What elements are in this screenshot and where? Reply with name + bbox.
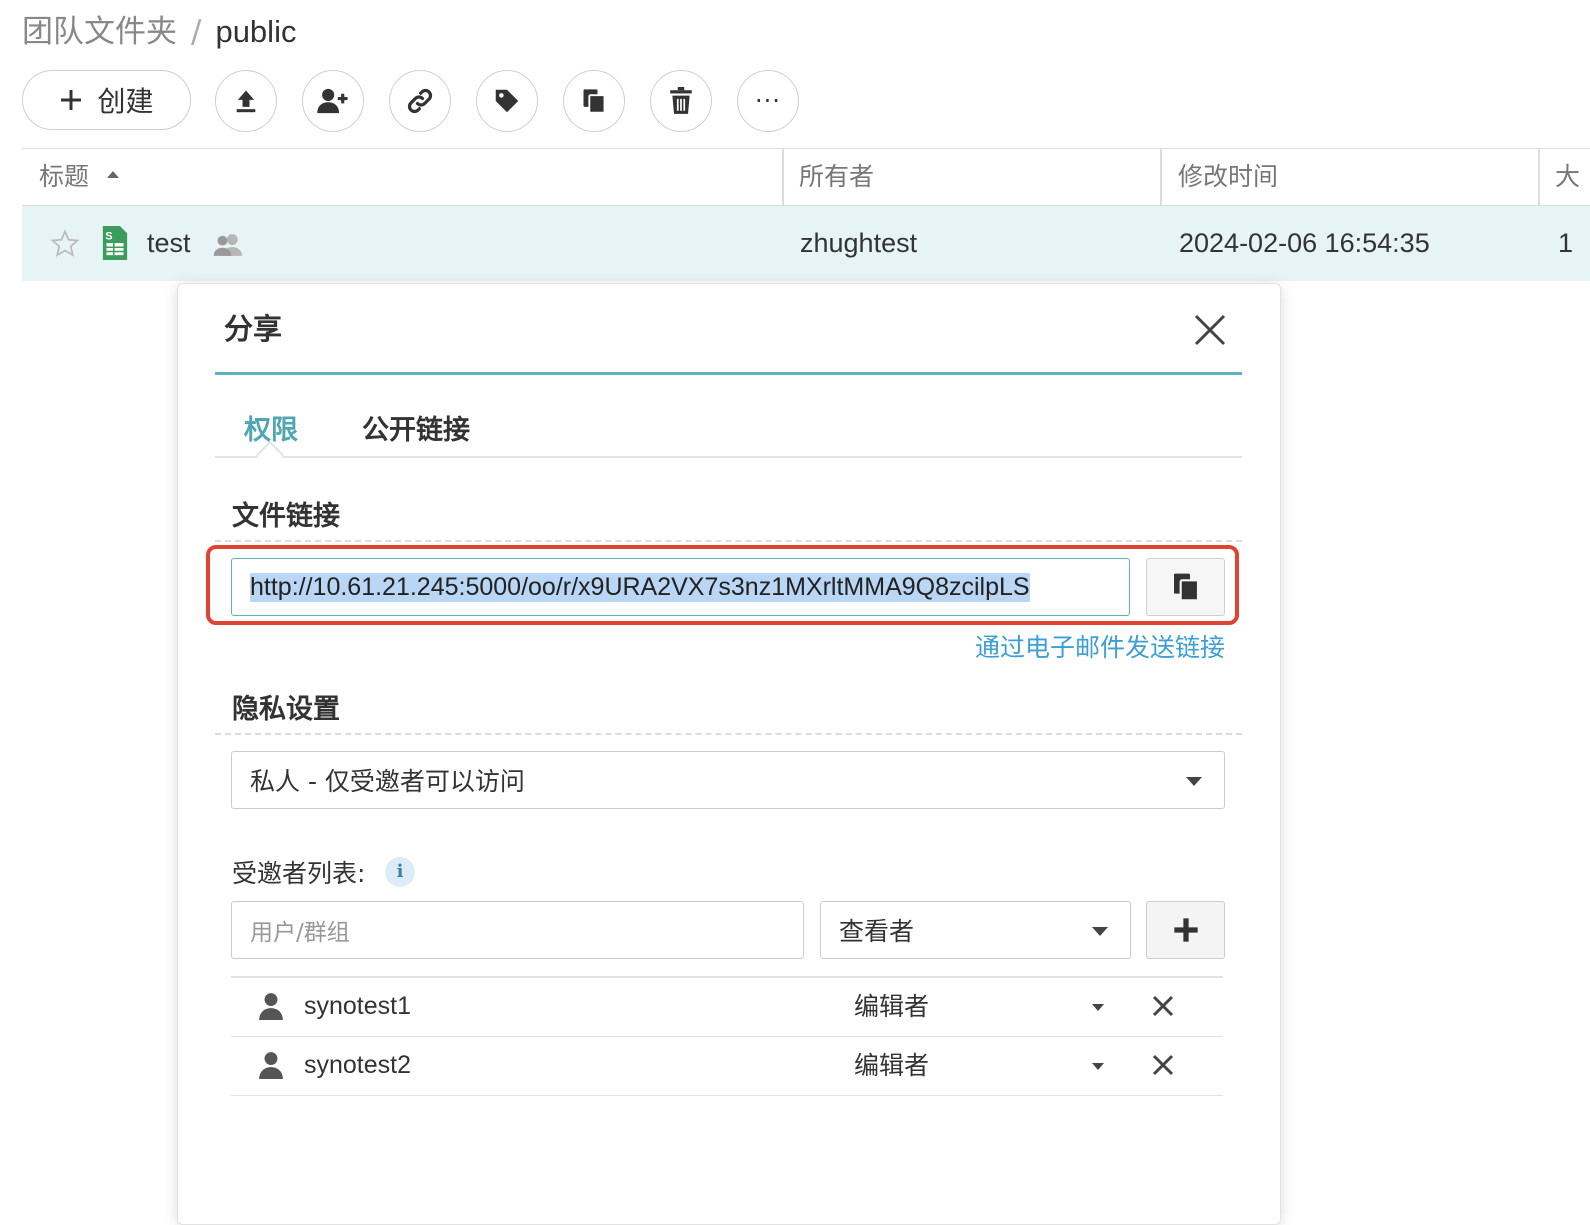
dropdown-arrow-icon (1092, 927, 1108, 936)
upload-button[interactable] (215, 70, 277, 132)
delete-button[interactable] (650, 70, 712, 132)
create-button[interactable]: 创建 (22, 70, 191, 130)
privacy-heading: 隐私设置 (232, 694, 340, 725)
table-row[interactable]: S test zhughtest 2024-02-06 16:54:35 1 (22, 206, 1590, 281)
user-icon (259, 1052, 283, 1079)
invitee-name: synotest1 (304, 992, 412, 1020)
create-button-label: 创建 (97, 85, 154, 118)
file-link-input[interactable]: http://10.61.21.245:5000/oo/r/x9URA2VX7s… (231, 558, 1130, 616)
email-link[interactable]: 通过电子邮件发送链接 (968, 628, 1225, 664)
invitee-row: synotest2 编辑者 (231, 1036, 1223, 1096)
file-title[interactable]: test (147, 206, 191, 281)
info-icon[interactable]: i (385, 857, 415, 887)
file-modified: 2024-02-06 16:54:35 (1179, 228, 1430, 258)
dropdown-arrow-icon (1186, 777, 1202, 786)
section-divider (215, 733, 1242, 735)
add-user-button[interactable] (302, 70, 364, 132)
copy-icon (583, 89, 606, 114)
invitee-role[interactable]: 编辑者 (854, 977, 929, 1036)
user-icon (259, 993, 283, 1020)
link-icon (407, 88, 433, 114)
invitee-role[interactable]: 编辑者 (854, 1036, 929, 1095)
copy-link-button[interactable] (1146, 558, 1225, 616)
breadcrumb-parent[interactable]: 团队文件夹 (22, 14, 177, 50)
tag-icon (495, 89, 519, 113)
remove-icon[interactable] (1151, 1053, 1175, 1077)
file-link-url: http://10.61.21.245:5000/oo/r/x9URA2VX7s… (250, 572, 1030, 602)
remove-icon[interactable] (1151, 994, 1175, 1018)
column-title-label: 标题 (39, 162, 90, 191)
breadcrumb-separator: / (191, 14, 202, 50)
copy-button[interactable] (563, 70, 625, 132)
copy-icon (1173, 573, 1199, 602)
breadcrumb: 团队文件夹 / public (22, 12, 296, 52)
spreadsheet-icon: S (102, 226, 128, 260)
tab-public-link[interactable]: 公开链接 (362, 408, 470, 447)
dropdown-arrow-icon[interactable] (1092, 1063, 1104, 1070)
sort-asc-icon (106, 170, 119, 178)
plus-icon (1173, 918, 1198, 942)
column-header-size[interactable]: 大 (1555, 149, 1580, 205)
privacy-select-value: 私人 - 仅受邀者可以访问 (250, 767, 525, 796)
link-button[interactable] (389, 70, 451, 132)
user-group-input[interactable]: 用户/群组 (231, 901, 804, 959)
table-header: 标题 所有者 修改时间 大 (22, 148, 1590, 206)
svg-text:S: S (105, 230, 112, 242)
more-button[interactable]: ··· (737, 70, 799, 132)
add-invitee-button[interactable] (1146, 901, 1225, 959)
dialog-title: 分享 (224, 312, 283, 346)
dropdown-arrow-icon[interactable] (1092, 1004, 1104, 1011)
upload-icon (236, 90, 256, 113)
close-icon[interactable] (1190, 310, 1230, 350)
invitee-list-label: 受邀者列表: (232, 859, 366, 888)
star-icon[interactable] (50, 229, 80, 259)
role-select-value: 查看者 (839, 917, 915, 946)
column-header-title[interactable]: 标题 (39, 149, 119, 205)
column-header-owner[interactable]: 所有者 (799, 149, 874, 205)
column-header-modified[interactable]: 修改时间 (1178, 149, 1278, 205)
share-dialog: 分享 权限 公开链接 文件链接 http://10.61.21.245:5000… (177, 283, 1281, 1225)
column-divider (782, 149, 784, 205)
file-size: 1 (1558, 228, 1574, 258)
more-icon: ··· (755, 87, 781, 115)
section-divider (215, 540, 1242, 542)
privacy-select[interactable]: 私人 - 仅受邀者可以访问 (231, 751, 1225, 809)
breadcrumb-current: public (215, 14, 297, 49)
tag-button[interactable] (476, 70, 538, 132)
add-user-icon (317, 88, 348, 114)
title-divider (215, 372, 1242, 375)
plus-icon (61, 90, 82, 110)
invitee-row: synotest1 编辑者 (231, 977, 1223, 1037)
column-divider (1538, 149, 1540, 205)
file-owner: zhughtest (800, 228, 918, 258)
trash-icon (670, 87, 692, 114)
column-divider (1160, 149, 1162, 205)
tabs-divider (215, 456, 1242, 458)
file-link-heading: 文件链接 (232, 501, 340, 532)
role-select[interactable]: 查看者 (820, 901, 1131, 959)
invitee-name: synotest2 (304, 1051, 412, 1079)
shared-users-icon (213, 234, 243, 256)
user-group-placeholder: 用户/群组 (250, 920, 350, 946)
